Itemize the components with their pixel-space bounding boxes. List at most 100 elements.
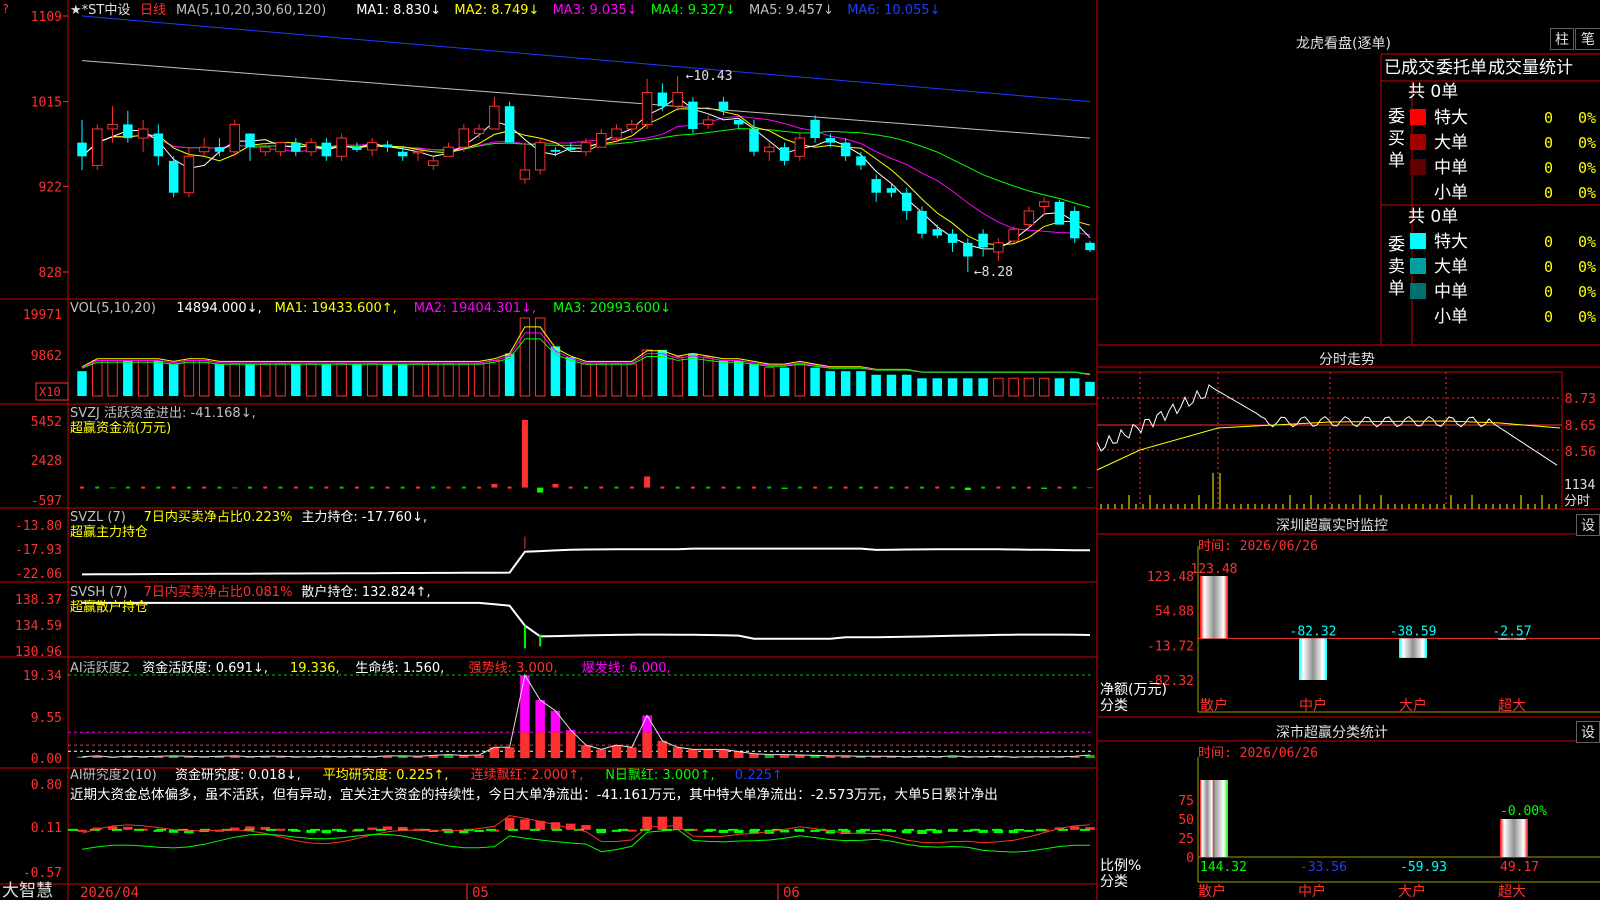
candle-body: [749, 128, 759, 152]
volume-bar: [534, 317, 546, 397]
ai2-bar: [123, 826, 133, 830]
volume-bar: [932, 378, 943, 396]
sz-stat-y-label: 0: [1186, 851, 1194, 866]
svzj-subtitle: 超赢资金流(万元): [70, 420, 171, 436]
candle-body: [107, 123, 118, 130]
candle-body: [229, 123, 240, 153]
volume-bar: [229, 363, 240, 397]
svzj-dash: [904, 486, 909, 489]
volume-bar: [1054, 378, 1065, 396]
svzj-bar: [521, 420, 528, 488]
svzl-header-1: 7日内买卖净占比0.223%: [144, 509, 293, 525]
sz-monitor-y-label: 123.48: [1147, 570, 1194, 585]
sz-stat-y-label: 50: [1178, 813, 1194, 828]
ai1-bar: [535, 732, 545, 758]
candle-body: [305, 142, 317, 153]
sz-monitor-bar: [1399, 638, 1427, 658]
volume-bar: [260, 363, 271, 397]
ai1-bar: [565, 732, 576, 758]
vol-header-3: MA2: 19404.301↓,: [414, 301, 536, 316]
volume-bar: [1069, 378, 1080, 396]
sz-stat-settings-button[interactable]: 设: [1576, 721, 1600, 743]
svzj-dash: [599, 486, 604, 489]
svzj-bar: [552, 483, 559, 488]
row-name: 特大: [1434, 108, 1468, 128]
main-y-label: 1109: [31, 10, 62, 25]
svzj-bar: [964, 487, 971, 491]
candle-body: [291, 142, 301, 152]
row-count: 0: [1544, 308, 1553, 326]
legend-swatch: [1410, 258, 1426, 274]
candle-body: [137, 128, 149, 139]
candle-body: [443, 146, 454, 157]
ai2-header-3: 连续飘红: 2.000↑,: [471, 767, 584, 783]
main-y-label: 828: [39, 266, 62, 281]
svzj-dash: [431, 486, 436, 489]
ai2-bar: [474, 829, 484, 832]
candle-body: [473, 128, 485, 135]
ai2-note: 近期大资金总体偏多，虽不活跃，但有异动，宜关注大资金的持续性，今日大单净流出：-…: [70, 786, 998, 803]
candle-body: [886, 188, 897, 193]
candle-body: [183, 155, 195, 194]
ai1-bar: [627, 747, 637, 758]
row-name: 中单: [1434, 282, 1468, 302]
ai2-bar: [504, 818, 515, 830]
svzl-y-label: -13.80: [15, 519, 62, 534]
candle-body: [153, 133, 164, 157]
ma-header-6: MA6: 10.055↓: [847, 3, 940, 18]
sz-stat-time: 时间: 2026/06/26: [1198, 746, 1318, 761]
svzj-dash: [80, 486, 84, 489]
candle-body: [198, 146, 210, 153]
ai2-header-0: AI研究度2(10): [70, 767, 157, 783]
vol-header-0: VOL(5,10,20): [70, 301, 156, 316]
low-annotation: ←8.28: [974, 265, 1013, 280]
svzj-dash: [370, 486, 375, 489]
ai1-y-label: 9.55: [31, 711, 62, 726]
volume-bar: [473, 363, 485, 397]
ai1-header-2: 19.336,: [290, 661, 340, 676]
row-pct: 0%: [1578, 159, 1596, 177]
volume-bar: [764, 367, 775, 397]
intraday-avg-line: [1096, 420, 1561, 471]
dragon-tiger-title: 龙虎看盘(逐单): [1296, 36, 1391, 52]
svzj-dash: [950, 486, 955, 489]
candle-body: [565, 147, 576, 150]
app-name: 大智慧: [2, 881, 53, 900]
ai2-bar: [77, 829, 87, 832]
volume-bar: [917, 378, 927, 396]
ma-header-2: MA2: 8.749↓: [454, 3, 539, 18]
sz-monitor-value: -38.59: [1390, 624, 1437, 639]
volume-bar: [886, 374, 897, 396]
row-count: 0: [1544, 109, 1553, 127]
svzj-dash: [568, 486, 573, 489]
ma-header-4: MA4: 9.327↓: [651, 3, 736, 18]
sz-monitor-settings-button[interactable]: 设: [1576, 514, 1600, 536]
svzj-dash: [889, 486, 894, 489]
tab-volume-stats: 成交量统计: [1488, 58, 1573, 78]
svzj-dash: [996, 486, 1001, 489]
svzj-header-0: SVZJ 活跃资金进出: -41.168↓,: [70, 405, 256, 421]
vol-header-4: MA3: 20993.600↓: [553, 301, 671, 316]
svzj-dash: [278, 486, 283, 489]
row-name: 特大: [1434, 232, 1468, 252]
buy-label-char: 买: [1388, 129, 1405, 149]
sz-monitor-cat: 超大: [1498, 698, 1526, 714]
volume-bar: [305, 363, 317, 397]
tick-mode-button[interactable]: 笔: [1575, 28, 1600, 50]
candle-body: [397, 151, 408, 157]
ai1-bar: [550, 732, 561, 758]
vol-header-1: 14894.000↓,: [176, 301, 261, 316]
candle-body: [932, 229, 943, 236]
svzj-dash: [477, 486, 482, 489]
volume-bar: [107, 360, 118, 397]
ai1-bar: [688, 749, 698, 758]
candle-body: [504, 106, 515, 143]
bar-mode-button[interactable]: 柱: [1550, 28, 1574, 50]
svzj-dash: [584, 486, 588, 489]
volume-bar: [840, 371, 851, 396]
candle-body: [1085, 242, 1095, 251]
svzj-dash: [186, 486, 191, 489]
intraday-vol-label: 1134: [1564, 478, 1595, 493]
svzj-dash: [797, 486, 802, 489]
candle-body: [840, 142, 851, 157]
